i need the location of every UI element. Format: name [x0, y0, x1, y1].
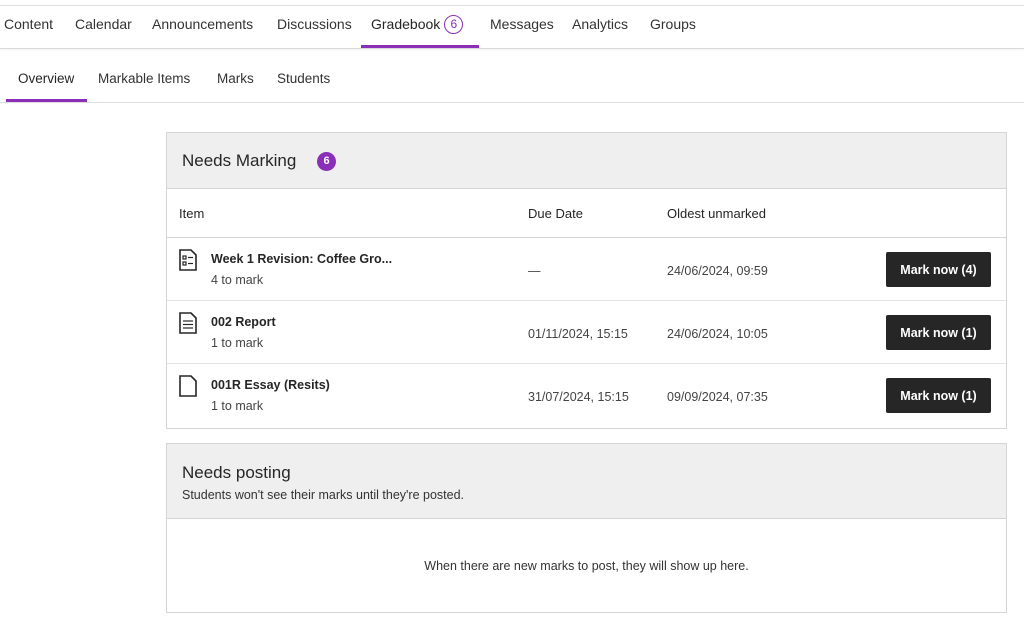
due-date: 31/07/2024, 15:15	[528, 390, 629, 404]
mark-now-button[interactable]: Mark now (4)	[886, 252, 991, 287]
oldest-unmarked: 24/06/2024, 10:05	[667, 327, 768, 341]
due-date: —	[528, 264, 541, 278]
active-tab-indicator	[361, 45, 479, 48]
nav-calendar[interactable]: Calendar	[75, 6, 132, 49]
table-row: Week 1 Revision: Coffee Gro... 4 to mark…	[167, 238, 1006, 301]
text-document-icon	[179, 312, 197, 334]
course-nav: Content Calendar Announcements Discussio…	[0, 5, 1024, 49]
needs-marking-panel: Needs Marking 6 Item Due Date Oldest unm…	[166, 132, 1007, 429]
oldest-unmarked: 24/06/2024, 09:59	[667, 264, 768, 278]
tab-students[interactable]: Students	[277, 71, 330, 86]
table-row: 001R Essay (Resits) 1 to mark 31/07/2024…	[167, 364, 1006, 427]
table-row: 002 Report 1 to mark 01/11/2024, 15:15 2…	[167, 301, 1006, 364]
tab-overview[interactable]: Overview	[18, 71, 74, 86]
gradebook-count-badge: 6	[444, 15, 464, 34]
nav-content[interactable]: Content	[4, 6, 53, 49]
needs-marking-header: Needs Marking 6	[167, 133, 1006, 189]
needs-posting-header: Needs posting Students won't see their m…	[167, 444, 1006, 519]
column-item: Item	[179, 206, 205, 221]
table-header: Item Due Date Oldest unmarked	[167, 189, 1006, 238]
column-oldest-unmarked: Oldest unmarked	[667, 206, 766, 221]
column-due-date: Due Date	[528, 206, 583, 221]
oldest-unmarked: 09/09/2024, 07:35	[667, 390, 768, 404]
to-mark-count: 1 to mark	[211, 399, 264, 413]
due-date: 01/11/2024, 15:15	[528, 327, 628, 341]
needs-posting-title: Needs posting	[182, 463, 291, 482]
needs-marking-title: Needs Marking	[182, 151, 297, 170]
empty-state-message: When there are new marks to post, they w…	[424, 559, 749, 573]
needs-posting-panel: Needs posting Students won't see their m…	[166, 443, 1007, 613]
mark-now-button[interactable]: Mark now (1)	[886, 378, 991, 413]
needs-posting-subtitle: Students won't see their marks until the…	[182, 488, 465, 502]
blank-document-icon	[179, 375, 197, 397]
nav-groups[interactable]: Groups	[650, 6, 696, 49]
to-mark-count: 4 to mark	[211, 273, 264, 287]
item-name-link[interactable]: 002 Report	[211, 315, 276, 329]
nav-gradebook[interactable]: Gradebook 6	[371, 6, 464, 49]
nav-announcements[interactable]: Announcements	[152, 6, 253, 49]
tab-markable-items[interactable]: Markable Items	[98, 71, 190, 86]
tab-marks[interactable]: Marks	[217, 71, 254, 86]
nav-analytics[interactable]: Analytics	[572, 6, 628, 49]
gradebook-subnav: Overview Markable Items Marks Students	[0, 49, 1024, 103]
needs-marking-count-badge: 6	[317, 152, 336, 171]
nav-messages[interactable]: Messages	[490, 6, 554, 49]
active-subtab-indicator	[6, 99, 87, 102]
to-mark-count: 1 to mark	[211, 336, 264, 350]
mark-now-button[interactable]: Mark now (1)	[886, 315, 991, 350]
item-name-link[interactable]: 001R Essay (Resits)	[211, 378, 330, 392]
nav-gradebook-label: Gradebook	[371, 16, 441, 32]
nav-discussions[interactable]: Discussions	[277, 6, 352, 49]
item-name-link[interactable]: Week 1 Revision: Coffee Gro...	[211, 252, 392, 266]
form-document-icon	[179, 249, 197, 271]
